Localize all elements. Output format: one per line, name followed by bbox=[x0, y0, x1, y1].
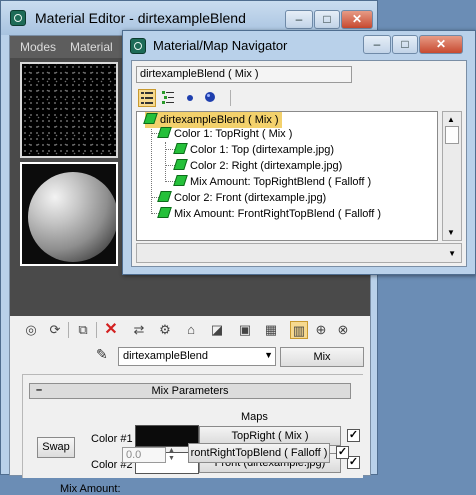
view-small-icons-icon[interactable] bbox=[182, 89, 200, 107]
color1-label: Color #1 bbox=[91, 433, 133, 445]
menu-modes[interactable]: Modes bbox=[20, 40, 56, 54]
maps-label: Maps bbox=[241, 411, 268, 423]
make-unique-icon[interactable]: ⧉ bbox=[74, 321, 92, 339]
navigator-current-field[interactable]: dirtexampleBlend ( Mix ) bbox=[136, 66, 352, 83]
mix-amount-map-checkbox[interactable]: ✓ bbox=[336, 446, 349, 459]
background-checker-icon[interactable]: ▦ bbox=[262, 321, 280, 339]
view-list-icon[interactable] bbox=[138, 89, 156, 107]
material-editor-title: Material Editor - dirtexampleBlend bbox=[35, 10, 246, 26]
app-logo-icon bbox=[130, 38, 146, 54]
material-name-value: dirtexampleBlend bbox=[123, 350, 208, 362]
view-list-icons-icon[interactable] bbox=[160, 89, 178, 107]
spinner-arrows-icon[interactable]: ▲ ▼ bbox=[168, 447, 176, 463]
rollout-title: Mix Parameters bbox=[151, 385, 229, 397]
pick-material-icon[interactable]: ⊗ bbox=[334, 321, 352, 339]
map-icon bbox=[157, 207, 172, 218]
tree-item[interactable]: Color 2: Right (dirtexample.jpg) bbox=[173, 158, 342, 174]
scroll-up-icon[interactable]: ▲ bbox=[447, 115, 455, 124]
maximize-button[interactable]: □ bbox=[314, 10, 340, 29]
tree-item[interactable]: Color 1: Top (dirtexample.jpg) bbox=[173, 142, 334, 158]
map-icon bbox=[173, 143, 188, 154]
navigator-title: Material/Map Navigator bbox=[153, 38, 288, 53]
sphere-preview bbox=[28, 172, 116, 262]
material-name-dropdown[interactable]: dirtexampleBlend ▼ bbox=[118, 347, 276, 366]
close-button[interactable]: ✕ bbox=[341, 10, 373, 29]
get-material-icon[interactable]: ◎ bbox=[22, 321, 40, 339]
rollout-header[interactable]: – Mix Parameters bbox=[29, 383, 351, 399]
color1-map-checkbox[interactable]: ✓ bbox=[347, 429, 360, 442]
mix-amount-label: Mix Amount: bbox=[60, 483, 121, 495]
tree-item[interactable]: Color 2: Front (dirtexample.jpg) bbox=[157, 190, 326, 206]
map-icon bbox=[157, 191, 172, 202]
material-type-button[interactable]: Mix bbox=[280, 347, 364, 367]
toolbar-divider bbox=[230, 90, 231, 106]
menu-material[interactable]: Material bbox=[70, 40, 113, 54]
go-to-parent-icon[interactable]: ▥ bbox=[290, 321, 308, 339]
material-id-icon[interactable]: ⌂ bbox=[182, 321, 200, 339]
scroll-down-icon[interactable]: ▼ bbox=[448, 249, 456, 258]
toolbar-divider bbox=[68, 322, 69, 338]
navigator-toolbar bbox=[136, 86, 462, 110]
mix-amount-map-button[interactable]: rontRightTopBlend ( Falloff ) bbox=[188, 443, 330, 463]
tree-connector bbox=[151, 126, 152, 212]
mix-amount-spinner[interactable]: 0.0 bbox=[122, 447, 166, 463]
app-logo-icon bbox=[10, 10, 26, 26]
show-in-viewport-icon[interactable]: ◪ bbox=[208, 321, 226, 339]
sample-slot-sphere[interactable] bbox=[20, 162, 118, 266]
put-to-scene-icon[interactable]: ⟳ bbox=[46, 321, 64, 339]
tree-item[interactable]: Color 1: TopRight ( Mix ) bbox=[157, 126, 292, 142]
view-large-icons-icon[interactable] bbox=[202, 89, 220, 107]
eyedropper-icon[interactable]: ✎ bbox=[96, 346, 108, 363]
material-icon bbox=[143, 113, 158, 124]
tree-connector bbox=[165, 142, 166, 182]
make-copy-icon[interactable]: ⇄ bbox=[130, 321, 148, 339]
navigator-minimize-button[interactable]: – bbox=[363, 35, 391, 54]
navigator-client: dirtexampleBlend ( Mix ) dirtexampleBlen… bbox=[131, 60, 467, 267]
tree-item[interactable]: Mix Amount: TopRightBlend ( Falloff ) bbox=[173, 174, 371, 190]
scroll-down-icon[interactable]: ▼ bbox=[447, 228, 455, 237]
scroll-thumb[interactable] bbox=[445, 126, 459, 144]
map-icon bbox=[173, 159, 188, 170]
map-icon bbox=[173, 175, 188, 186]
navigator-tree: dirtexampleBlend ( Mix ) Color 1: TopRig… bbox=[136, 111, 438, 241]
tree-vertical-scrollbar[interactable]: ▲ ▼ bbox=[442, 111, 462, 241]
put-to-library-icon[interactable]: ⚙ bbox=[156, 321, 174, 339]
navigator-maximize-button[interactable]: □ bbox=[392, 35, 418, 54]
minimize-button[interactable]: – bbox=[285, 10, 313, 29]
go-forward-sibling-icon[interactable]: ⊕ bbox=[312, 321, 330, 339]
noise-texture-preview bbox=[22, 64, 116, 156]
swap-button[interactable]: Swap bbox=[37, 437, 75, 458]
toolbar-divider bbox=[96, 322, 97, 338]
sample-slot-noise[interactable] bbox=[20, 62, 118, 158]
tree-item[interactable]: Mix Amount: FrontRightTopBlend ( Falloff… bbox=[157, 206, 381, 222]
material-name-row: ✎ dirtexampleBlend ▼ Mix bbox=[10, 344, 370, 368]
show-end-result-icon[interactable]: ▣ bbox=[236, 321, 254, 339]
map-icon bbox=[157, 127, 172, 138]
reset-map-icon[interactable]: ✕ bbox=[102, 321, 120, 339]
chevron-down-icon[interactable]: ▼ bbox=[264, 350, 273, 360]
navigator-window: Material/Map Navigator – □ ✕ dirtexample… bbox=[122, 30, 476, 275]
material-toolbar: ◎ ⟳ ⧉ ✕ ⇄ ⚙ ⌂ ◪ ▣ ▦ ▥ ⊕ ⊗ bbox=[10, 318, 370, 342]
tree-horizontal-scrollbar[interactable]: ▼ bbox=[136, 243, 462, 263]
navigator-close-button[interactable]: ✕ bbox=[419, 35, 463, 54]
